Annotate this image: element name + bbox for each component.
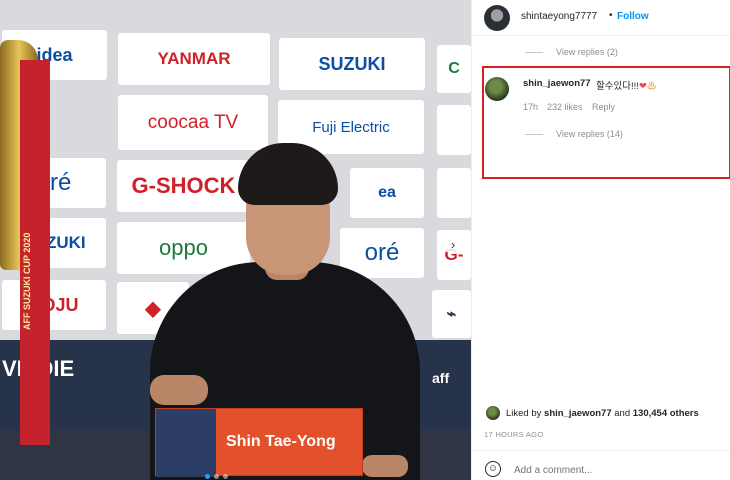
instagram-post-view: idea YANMAR SUZUKI C coocaa TV Fuji Elec… xyxy=(0,0,730,480)
post-photo: idea YANMAR SUZUKI C coocaa TV Fuji Elec… xyxy=(0,0,471,480)
sponsor-tile-soju: SOJU xyxy=(2,280,106,330)
replies-line xyxy=(525,134,543,135)
post-timestamp: 17 HOURS AGO xyxy=(484,430,544,439)
fire-emoji-icon: ♨ xyxy=(646,81,657,92)
sponsor-tile-ea: ea xyxy=(350,168,424,218)
sponsor-tile-gshock: G-SHOCK xyxy=(117,160,250,212)
sponsor-label: ea xyxy=(378,184,396,201)
person-hand xyxy=(150,375,208,405)
replies-line xyxy=(525,52,543,53)
carousel-dot[interactable] xyxy=(223,474,228,479)
post-header: shintaeyong7777 • Follow xyxy=(472,0,730,36)
view-replies-button[interactable]: View replies (2) xyxy=(556,47,618,57)
comment-reply-button[interactable]: Reply xyxy=(592,102,615,112)
liked-by-others[interactable]: 130,454 others xyxy=(633,408,699,419)
sponsor-tile-suzuki: SUZUKI xyxy=(279,38,425,90)
commenter-avatar[interactable] xyxy=(485,77,509,101)
trophy-ribbon-text: AFF SUZUKI CUP 2020 xyxy=(22,232,32,330)
liked-by-user[interactable]: shin_jaewon77 xyxy=(544,408,612,419)
comments-panel: shintaeyong7777 • Follow View replies (2… xyxy=(471,0,730,480)
follow-button[interactable]: Follow xyxy=(617,11,649,22)
sponsor-tile-coocaa: coocaa TV xyxy=(118,95,268,150)
add-comment-input[interactable] xyxy=(514,465,714,476)
comment-username[interactable]: shin_jaewon77 xyxy=(523,78,591,89)
comment-text: 할수있다!!!❤♨ xyxy=(596,78,656,92)
name-plate: Shin Tae-Yong xyxy=(155,408,363,477)
heart-emoji-icon: ❤ xyxy=(638,81,647,92)
comment-likes[interactable]: 232 likes xyxy=(547,102,583,112)
sponsor-label: Fuji Electric xyxy=(312,118,390,136)
sponsor-label: YANMAR xyxy=(157,49,231,68)
sponsor-tile-edge: C xyxy=(437,45,471,93)
sponsor-tile-edge2 xyxy=(437,105,471,155)
liked-by-and: and xyxy=(614,408,631,419)
name-plate-text: Shin Tae-Yong xyxy=(226,433,336,450)
carousel-dots xyxy=(205,474,228,479)
sponsor-label: SUZUKI xyxy=(318,53,386,74)
sponsor-label: G-SHOCK xyxy=(131,173,236,198)
liker-avatar[interactable] xyxy=(486,406,500,420)
separator-dot: • xyxy=(609,10,613,21)
sponsor-label: coocaa TV xyxy=(147,111,239,133)
author-avatar[interactable] xyxy=(484,5,510,31)
aff-logo-icon xyxy=(156,409,216,477)
sponsor-tile-edge3 xyxy=(437,168,471,218)
carousel-dot[interactable] xyxy=(205,474,210,479)
carousel-next-button[interactable]: › xyxy=(443,234,463,254)
sponsor-label: oppo xyxy=(159,235,208,260)
comment-age: 17h xyxy=(523,102,539,112)
comment-body: 할수있다!!! xyxy=(596,81,639,92)
view-replies-button[interactable]: View replies (14) xyxy=(556,129,623,139)
sponsor-aff: aff xyxy=(432,370,450,386)
liked-by-text: Liked by shin_jaewon77 and 130,454 other… xyxy=(506,408,699,419)
carousel-dot[interactable] xyxy=(214,474,219,479)
sponsor-tile-sportive: ⌁ xyxy=(432,290,471,338)
chevron-right-icon: › xyxy=(450,236,456,252)
person-hand xyxy=(362,455,408,477)
emoji-icon[interactable]: ☺ xyxy=(485,461,501,477)
sponsor-label: oré xyxy=(364,239,400,266)
sponsor-tile-yanmar: YANMAR xyxy=(118,33,270,85)
author-username[interactable]: shintaeyong7777 xyxy=(521,11,597,22)
liked-by-prefix: Liked by xyxy=(506,408,542,419)
